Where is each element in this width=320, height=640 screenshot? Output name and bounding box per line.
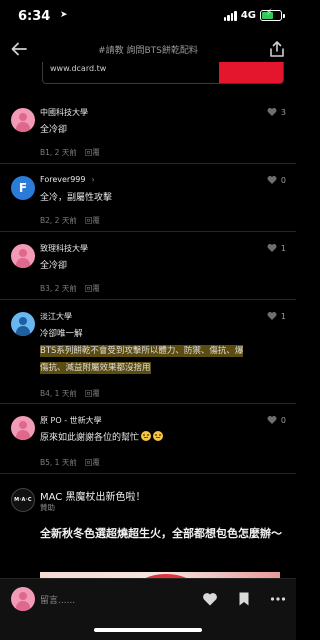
avatar[interactable] [11,108,35,132]
comment-floor: B1, 2 天前 [40,148,77,157]
page-title: #請教 詢問BTS餅乾配料 [98,46,198,56]
like-button[interactable]: 1 [267,243,286,253]
comment-author[interactable]: Forever999 [40,175,85,184]
comment-list: 中國科技大學 3 全冷卻 B1, 2 天前 回覆 F Forever999 › 0 … [0,96,296,474]
home-indicator [94,628,202,632]
like-count: 0 [280,175,286,185]
avatar[interactable] [11,312,35,336]
heart-icon [267,108,277,116]
reply-button[interactable]: 回覆 [85,458,100,467]
comment-line: 冷卻唯一解 [40,329,83,339]
comment-text: 冷卻唯一解 BTS系列餅乾不會受到攻擊所以體力、防禦、傷抗、爆 傷抗、減益附屬效… [40,326,282,377]
status-time: 6:34 [18,9,51,24]
comment-item: 淡江大學 1 冷卻唯一解 BTS系列餅乾不會受到攻擊所以體力、防禦、傷抗、爆 傷… [0,300,296,404]
like-button[interactable]: 0 [267,175,286,185]
heart-icon [267,244,277,252]
highlighted-text: BTS系列餅乾不會受到攻擊所以體力、防禦、傷抗、爆 [40,345,244,357]
signal-icon [223,10,237,21]
like-count: 1 [280,311,286,321]
comment-floor: B2, 2 天前 [40,216,77,225]
comment-floor: B3, 2 天前 [40,284,77,293]
like-button[interactable]: 0 [267,415,286,425]
avatar [11,587,35,611]
chevron-right-icon: › [91,175,95,184]
like-button[interactable]: 3 [267,107,286,117]
link-thumbnail [219,62,283,83]
comment-author[interactable]: 致理科技大學 [40,243,88,254]
ad-title[interactable]: MAC 黑魔杖出新色啦！ [40,488,145,503]
smile-emoji-icon [141,431,152,441]
comment-bar: 留言...... [0,578,296,640]
avatar[interactable] [11,416,35,440]
like-count: 3 [280,107,286,117]
reply-button[interactable]: 回覆 [85,216,100,225]
comment-text: 全冷卻 [40,125,68,135]
comment-item: 中國科技大學 3 全冷卻 B1, 2 天前 回覆 [0,96,296,164]
battery-icon: ⚡ [260,8,285,21]
link-preview-card[interactable]: www.dcard.tw [42,62,284,84]
heart-icon [267,416,277,424]
comment-floor: B5, 1 天前 [40,458,77,467]
comment-input[interactable]: 留言...... [40,593,75,606]
share-icon[interactable] [269,40,285,58]
reply-button[interactable]: 回覆 [85,284,100,293]
network-label: 4G [240,10,256,21]
heart-icon[interactable] [202,591,218,607]
heart-icon [267,176,277,184]
like-count: 0 [280,415,286,425]
back-arrow-icon[interactable] [10,40,28,58]
bookmark-icon[interactable] [236,591,252,607]
link-url: www.dcard.tw [50,64,107,73]
smile-emoji-icon [153,431,164,441]
like-button[interactable]: 1 [267,311,286,321]
comment-author[interactable]: 中國科技大學 [40,107,88,118]
like-count: 1 [280,243,286,253]
status-bar: 6:34 ➤ 4G ⚡ [0,0,296,34]
comment-text: 全冷，副屬性攻擊 [40,193,113,203]
brand-logo: M·A·C [11,488,35,512]
comment-item: F Forever999 › 0 全冷，副屬性攻擊 B2, 2 天前 回覆 [0,164,296,232]
comment-author[interactable]: 原 PO - 世新大學 [40,415,102,426]
comment-text: 全冷卻 [40,261,68,271]
comment-item: 原 PO - 世新大學 0 原來如此謝謝各位的幫忙 B5, 1 天前 回覆 [0,404,296,474]
avatar[interactable] [11,244,35,268]
more-icon[interactable] [270,591,286,607]
highlighted-text: 傷抗、減益附屬效果都沒捨用 [40,362,151,374]
ad-body: 全新秋冬色選超燒超生火，全部都想包色怎麼辦～ [40,527,282,540]
reply-button[interactable]: 回覆 [85,389,100,398]
avatar[interactable]: F [11,176,35,200]
location-arrow-icon: ➤ [60,10,68,20]
comment-item: 致理科技大學 1 全冷卻 B3, 2 天前 回覆 [0,232,296,300]
sponsored-ad[interactable]: M·A·C MAC 黑魔杖出新色啦！ 贊助 全新秋冬色選超燒超生火，全部都想包色… [0,482,296,584]
comment-floor: B4, 1 天前 [40,389,77,398]
sponsored-label: 贊助 [40,503,55,512]
heart-icon [267,312,277,320]
comment-text: 原來如此謝謝各位的幫忙 [40,433,140,443]
reply-button[interactable]: 回覆 [85,148,100,157]
comment-author[interactable]: 淡江大學 [40,311,72,322]
